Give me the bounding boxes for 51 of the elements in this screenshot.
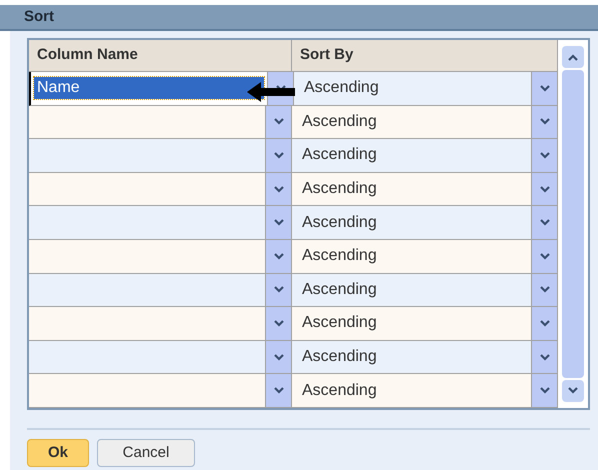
sort-by-field[interactable]: Ascending [292, 240, 531, 273]
table-row[interactable]: Ascending [29, 307, 557, 341]
chevron-down-icon [274, 152, 284, 159]
chevron-down-icon [274, 286, 284, 294]
table-row[interactable]: Name Ascending [29, 72, 557, 106]
chevron-down-icon [540, 118, 550, 126]
chevron-down-icon [540, 387, 550, 394]
dialog-title: Sort [24, 6, 54, 27]
column-header: Sort By [299, 45, 354, 66]
chevron-down-icon [540, 219, 550, 226]
arrow-icon [247, 82, 295, 102]
sort-by-field[interactable]: Ascending [292, 340, 531, 374]
sort-by-field[interactable]: Ascending [292, 172, 531, 206]
table-row[interactable]: Ascending [29, 106, 557, 140]
chevron-down-icon [274, 354, 284, 361]
chevron-down-icon [540, 152, 550, 159]
table-row[interactable]: Ascending [29, 374, 557, 408]
chevron-down-icon [274, 320, 284, 327]
sort-by-field[interactable]: Ascending [292, 106, 531, 138]
scroll-down-button[interactable] [562, 380, 584, 402]
sort-by-field[interactable]: Ascending [292, 374, 531, 407]
chevron-down-icon [540, 286, 550, 294]
chevron-down-icon [540, 84, 550, 92]
chevron-down-icon [274, 219, 284, 226]
table-row[interactable]: Ascending [29, 172, 557, 206]
table-row[interactable]: Ascending [29, 274, 557, 308]
chevron-down-icon [274, 252, 284, 260]
table-row[interactable]: Ascending [29, 206, 557, 240]
ok-button[interactable]: Ok [27, 438, 89, 467]
chevron-down-icon [568, 387, 578, 394]
scroll-up-button[interactable] [562, 46, 584, 68]
chevron-down-icon [540, 320, 550, 327]
sort-by-field[interactable]: Ascending [292, 307, 531, 340]
table-row[interactable]: Ascending [29, 139, 557, 173]
chevron-down-icon [540, 186, 550, 193]
scroll-thumb[interactable] [562, 70, 584, 378]
chevron-down-icon [540, 252, 550, 260]
table-row[interactable]: Ascending [29, 340, 557, 374]
sort-by-field[interactable]: Ascending [292, 274, 531, 306]
chevron-down-icon [274, 118, 284, 126]
sort-by-field[interactable]: Ascending [294, 72, 531, 105]
sort-by-field[interactable]: Ascending [292, 139, 531, 172]
chevron-down-icon [540, 354, 550, 361]
sort-by-field[interactable]: Ascending [292, 206, 531, 239]
column-name-field[interactable]: Name [34, 77, 264, 100]
chevron-down-icon [274, 387, 284, 394]
chevron-up-icon [568, 54, 578, 60]
chevron-down-icon [274, 186, 284, 193]
table-row[interactable]: Ascending [29, 240, 557, 274]
column-header: Column Name [29, 40, 292, 71]
cancel-button[interactable]: Cancel [97, 438, 195, 467]
